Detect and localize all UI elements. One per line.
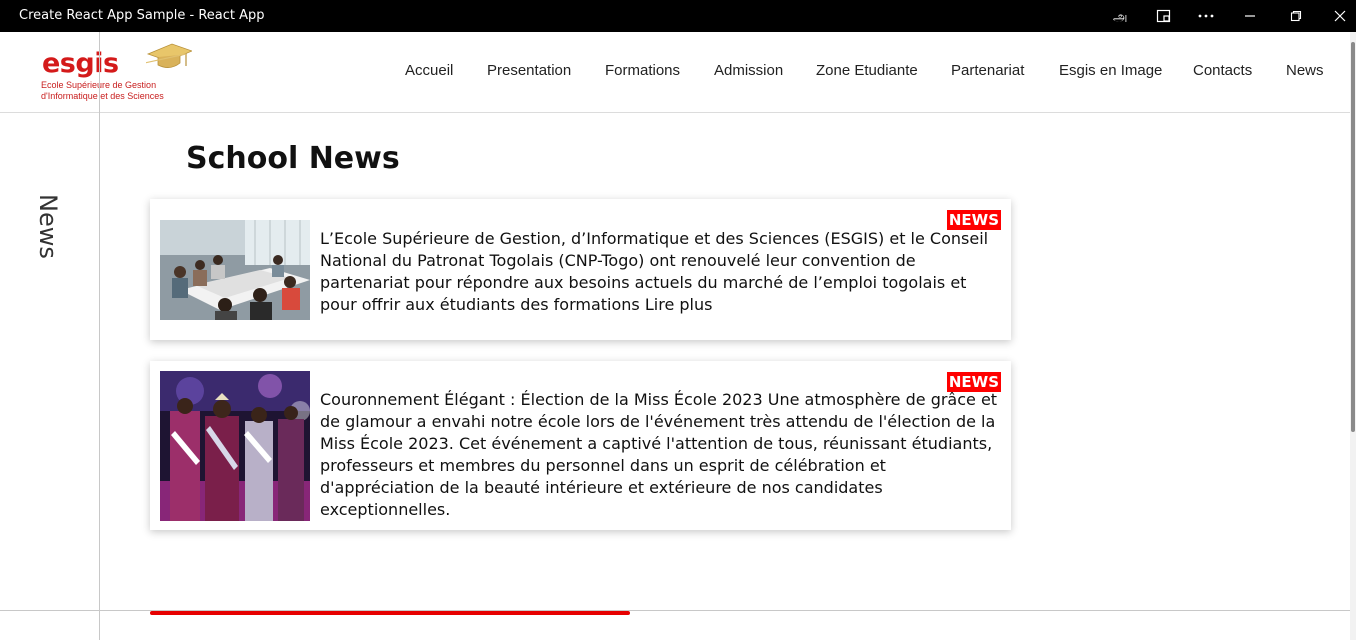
sidebar-section: News (30, 190, 70, 270)
vertical-scrollbar[interactable] (1350, 32, 1356, 640)
translate-icon[interactable]: அ (1106, 0, 1138, 32)
miss-ecole-photo (160, 371, 310, 521)
nav-admission[interactable]: Admission (714, 62, 783, 79)
news-card[interactable]: NEWS L’Ecole Supérieure de Gestion, d’In… (150, 199, 1011, 340)
nav-accueil[interactable]: Accueil (405, 62, 453, 79)
logo-wordmark: esgis (42, 48, 119, 79)
graduation-cap-icon (146, 43, 192, 68)
esgis-logo[interactable]: esgis Ecole Supérieure de Gestion d'Info… (40, 42, 200, 104)
news-card-text[interactable]: Couronnement Élégant : Élection de la Mi… (320, 389, 1004, 521)
sidebar-divider (99, 32, 100, 640)
window-title: Create React App Sample - React App (19, 8, 265, 23)
nav-esgis-en-image[interactable]: Esgis en Image (1059, 62, 1162, 79)
news-badge: NEWS (946, 210, 1001, 230)
more-icon[interactable] (1190, 0, 1222, 32)
accent-bar (150, 611, 630, 615)
nav-formations[interactable]: Formations (605, 62, 680, 79)
nav-news[interactable]: News (1286, 62, 1324, 79)
nav-zone-etudiante[interactable]: Zone Etudiante (816, 62, 918, 79)
sidebar-label: News (34, 194, 62, 259)
nav-presentation[interactable]: Presentation (487, 62, 571, 79)
nav-partenariat[interactable]: Partenariat (951, 62, 1024, 79)
app-icon[interactable] (1148, 0, 1180, 32)
classroom-photo (160, 220, 310, 320)
svg-text:அ: அ (1113, 10, 1127, 23)
close-icon[interactable] (1324, 0, 1356, 32)
news-card-text[interactable]: L’Ecole Supérieure de Gestion, d’Informa… (320, 228, 1004, 316)
news-card[interactable]: NEWS Couronnement Élégant : Élection de … (150, 361, 1011, 530)
site-header: esgis Ecole Supérieure de Gestion d'Info… (0, 32, 1350, 113)
scrollbar-thumb[interactable] (1351, 42, 1355, 432)
minimize-icon[interactable] (1234, 0, 1266, 32)
nav-contacts[interactable]: Contacts (1193, 62, 1252, 79)
page-title: School News (186, 141, 400, 176)
window-title-bar: Create React App Sample - React App அ (0, 0, 1356, 32)
restore-icon[interactable] (1280, 0, 1312, 32)
logo-subtitle-line2: d'Informatique et des Sciences (41, 91, 164, 101)
